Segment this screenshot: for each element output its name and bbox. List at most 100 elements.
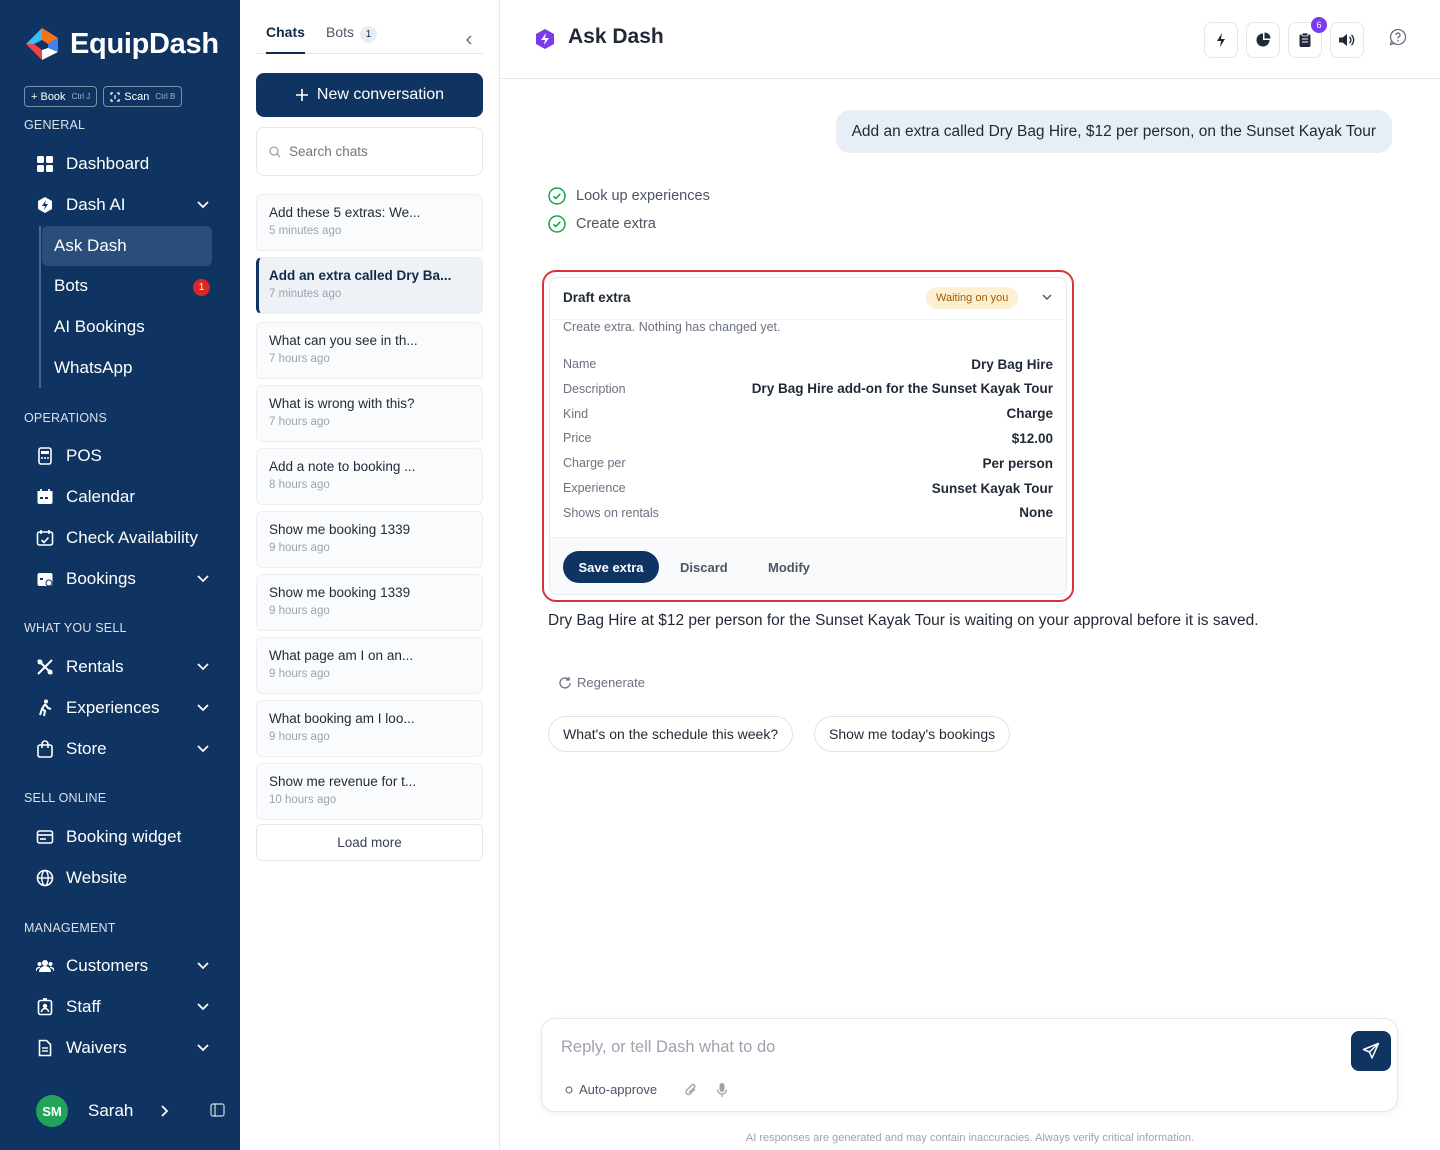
- section-sell-online: SELL ONLINE: [24, 791, 107, 805]
- nav-ask-dash[interactable]: Ask Dash: [42, 226, 212, 266]
- chat-title: What can you see in th...: [269, 333, 418, 348]
- notification-count-badge: 6: [1311, 17, 1327, 33]
- tasks-button[interactable]: 6: [1288, 17, 1327, 58]
- chat-timestamp: 7 minutes ago: [269, 288, 342, 300]
- section-what-you-sell: WHAT YOU SELL: [24, 621, 127, 635]
- announcements-button[interactable]: [1330, 22, 1364, 58]
- chat-list-item[interactable]: Add a note to booking ... 8 hours ago: [256, 448, 483, 505]
- quick-actions-button[interactable]: [1204, 22, 1238, 58]
- nav-store[interactable]: Store: [24, 729, 216, 769]
- chat-list-item[interactable]: What can you see in th... 7 hours ago: [256, 322, 483, 379]
- new-conversation-label: New conversation: [316, 86, 445, 103]
- chat-title: Add a note to booking ...: [269, 459, 416, 474]
- section-operations: OPERATIONS: [24, 411, 108, 425]
- nav-staff[interactable]: Staff: [24, 987, 216, 1027]
- nav-calendar[interactable]: Calendar: [24, 477, 216, 517]
- nav-check-availability[interactable]: Check Availability: [24, 518, 216, 558]
- new-conversation-button[interactable]: New conversation: [256, 73, 483, 117]
- chevron-down-icon[interactable]: [1041, 291, 1053, 303]
- chevron-down-icon: [197, 1003, 209, 1011]
- check-circle-icon: [548, 187, 566, 205]
- nav-bots-label: Bots: [54, 276, 89, 295]
- nav-experiences[interactable]: Experiences: [24, 688, 216, 728]
- ask-dash-main: Ask Dash 6 Add an extra called Dry Bag H…: [500, 0, 1440, 1150]
- nav-calendar-label: Calendar: [66, 487, 135, 506]
- quick-book-button[interactable]: + Book Ctrl J: [24, 86, 98, 107]
- nav-bots[interactable]: Bots 1: [42, 266, 212, 306]
- nav-ai-bookings[interactable]: AI Bookings: [42, 307, 212, 347]
- regenerate-button[interactable]: Regenerate: [558, 675, 645, 690]
- nav-waivers[interactable]: Waivers: [24, 1028, 216, 1068]
- nav-website[interactable]: Website: [24, 858, 216, 898]
- search-chats-input[interactable]: [289, 144, 469, 159]
- collapse-sidebar-icon[interactable]: [210, 1103, 225, 1117]
- nav-whatsapp[interactable]: WhatsApp: [42, 348, 212, 388]
- nav-customers[interactable]: Customers: [24, 946, 216, 986]
- suggestion-chip[interactable]: Show me today's bookings: [814, 716, 1011, 752]
- chat-timestamp: 9 hours ago: [269, 731, 330, 743]
- plus-icon: [295, 89, 308, 101]
- chat-list-item[interactable]: Show me revenue for t... 10 hours ago: [256, 763, 483, 820]
- message-input[interactable]: [561, 1038, 1321, 1064]
- tab-bots[interactable]: Bots 1: [326, 24, 378, 54]
- draft-field-value: $12.00: [1011, 430, 1053, 446]
- brand-logo[interactable]: EquipDash: [24, 26, 219, 62]
- regenerate-label: Regenerate: [577, 675, 645, 690]
- nav-bookings[interactable]: Bookings: [24, 559, 216, 599]
- draft-title: Draft extra: [563, 290, 631, 305]
- help-icon[interactable]: [1389, 28, 1407, 46]
- draft-field-row: Description Dry Bag Hire add-on for the S…: [563, 379, 1053, 399]
- tab-chats[interactable]: Chats: [266, 24, 305, 54]
- draft-field-row: Charge per Per person: [563, 453, 1053, 473]
- users-icon: [34, 955, 56, 977]
- nav-booking-widget[interactable]: Booking widget: [24, 817, 216, 857]
- quick-scan-button[interactable]: Scan Ctrl B: [103, 86, 183, 107]
- rentals-icon: [34, 656, 56, 678]
- nav-pos[interactable]: POS: [24, 436, 216, 476]
- draft-field-key: Charge per: [563, 456, 626, 471]
- nav-website-label: Website: [66, 868, 128, 887]
- modify-button[interactable]: Modify: [768, 551, 810, 583]
- load-more-button[interactable]: Load more: [256, 824, 483, 861]
- chat-title: What booking am I loo...: [269, 711, 415, 726]
- chevron-down-icon: [197, 745, 209, 753]
- discard-button[interactable]: Discard: [680, 551, 728, 583]
- suggestion-chip[interactable]: What's on the schedule this week?: [548, 716, 794, 752]
- draft-field-value: Dry Bag Hire add-on for the Sunset Kayak…: [751, 381, 1053, 397]
- nav-rentals[interactable]: Rentals: [24, 647, 216, 687]
- chat-list-item[interactable]: What is wrong with this? 7 hours ago: [256, 385, 483, 442]
- globe-icon: [34, 867, 56, 889]
- search-icon: [269, 145, 281, 157]
- chat-title: Add an extra called Dry Ba...: [269, 268, 452, 283]
- message-composer: Auto-approve: [541, 1018, 1398, 1112]
- user-menu[interactable]: SM Sarah: [36, 1094, 226, 1128]
- chat-list-item[interactable]: What booking am I loo... 9 hours ago: [256, 700, 483, 757]
- chevron-down-icon: [197, 704, 209, 712]
- chat-list-item[interactable]: Add these 5 extras: We... 5 minutes ago: [256, 194, 483, 251]
- lightning-icon: [1217, 33, 1225, 47]
- save-extra-button[interactable]: Save extra: [563, 551, 659, 583]
- microphone-icon[interactable]: [716, 1082, 728, 1098]
- nav-dash-ai[interactable]: Dash AI: [24, 185, 216, 225]
- chat-list-item[interactable]: Show me booking 1339 9 hours ago: [256, 511, 483, 568]
- chevron-left-icon[interactable]: [463, 33, 475, 47]
- nav-bookings-label: Bookings: [66, 569, 136, 588]
- status-badge: Waiting on you: [926, 287, 1019, 309]
- chat-list-item[interactable]: Show me booking 1339 9 hours ago: [256, 574, 483, 631]
- paperclip-icon[interactable]: [684, 1082, 698, 1098]
- auto-approve-toggle[interactable]: Auto-approve: [565, 1082, 657, 1097]
- chat-list-item[interactable]: What page am I on an... 9 hours ago: [256, 637, 483, 694]
- draft-header[interactable]: Draft extra Waiting on you: [550, 278, 1066, 320]
- nav-staff-label: Staff: [66, 997, 101, 1016]
- nav-dashboard-label: Dashboard: [66, 154, 150, 173]
- nav-dashboard[interactable]: Dashboard: [24, 144, 216, 184]
- dash-ai-icon: [536, 29, 554, 49]
- brand-name: EquipDash: [70, 27, 219, 60]
- send-button[interactable]: [1351, 1031, 1391, 1071]
- calendar-icon: [34, 486, 56, 508]
- chevron-down-icon: [197, 962, 209, 970]
- reports-button[interactable]: [1246, 22, 1280, 58]
- chat-timestamp: 8 hours ago: [269, 479, 330, 491]
- chat-list-item[interactable]: Add an extra called Dry Ba... 7 minutes a…: [256, 257, 483, 314]
- draft-field-key: Experience: [563, 481, 626, 495]
